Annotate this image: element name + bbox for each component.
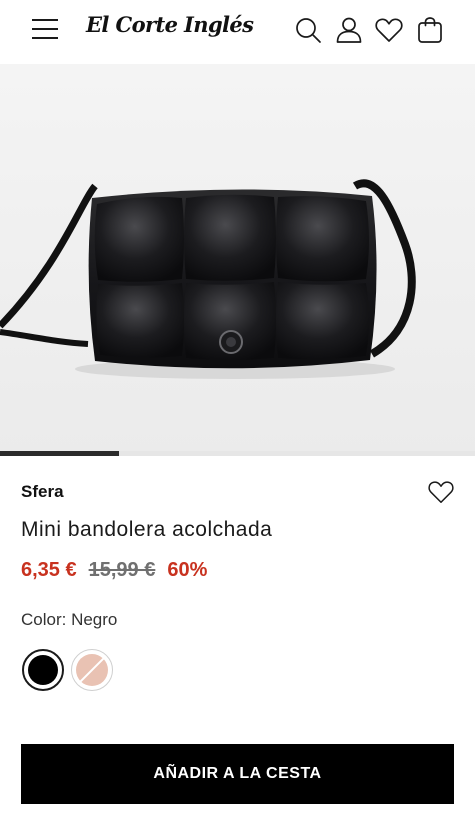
gallery-progress	[0, 451, 475, 456]
add-to-cart-button[interactable]: AÑADIR A LA CESTA	[21, 744, 454, 804]
product-image-gallery[interactable]	[0, 64, 475, 456]
product-title: Mini bandolera acolchada	[21, 518, 273, 541]
color-label: Color: Negro	[21, 610, 118, 629]
menu-icon[interactable]	[28, 15, 62, 45]
shopping-bag-icon[interactable]	[412, 12, 448, 48]
swatch-color-dot	[28, 655, 58, 685]
color-swatch-rosa[interactable]	[71, 649, 113, 691]
search-icon[interactable]	[290, 12, 326, 48]
menu-bar	[32, 28, 58, 30]
color-swatch-negro[interactable]	[22, 649, 64, 691]
price-row: 6,35 € 15,99 € 60%	[21, 559, 207, 582]
top-header: El Corte Inglés	[0, 0, 475, 64]
menu-bar	[32, 37, 58, 39]
original-price: 15,99 €	[88, 559, 156, 581]
product-brand[interactable]: Sfera	[21, 482, 64, 502]
quilted-bag-image	[0, 64, 475, 456]
user-icon[interactable]	[331, 12, 367, 48]
discount-badge: 60%	[167, 559, 208, 581]
current-price: 6,35 €	[21, 559, 77, 581]
heart-icon[interactable]	[371, 12, 407, 48]
store-logo[interactable]: El Corte Inglés	[86, 12, 254, 37]
menu-bar	[32, 19, 58, 21]
gallery-progress-fill	[0, 451, 119, 456]
wishlist-heart-icon[interactable]	[424, 476, 458, 508]
